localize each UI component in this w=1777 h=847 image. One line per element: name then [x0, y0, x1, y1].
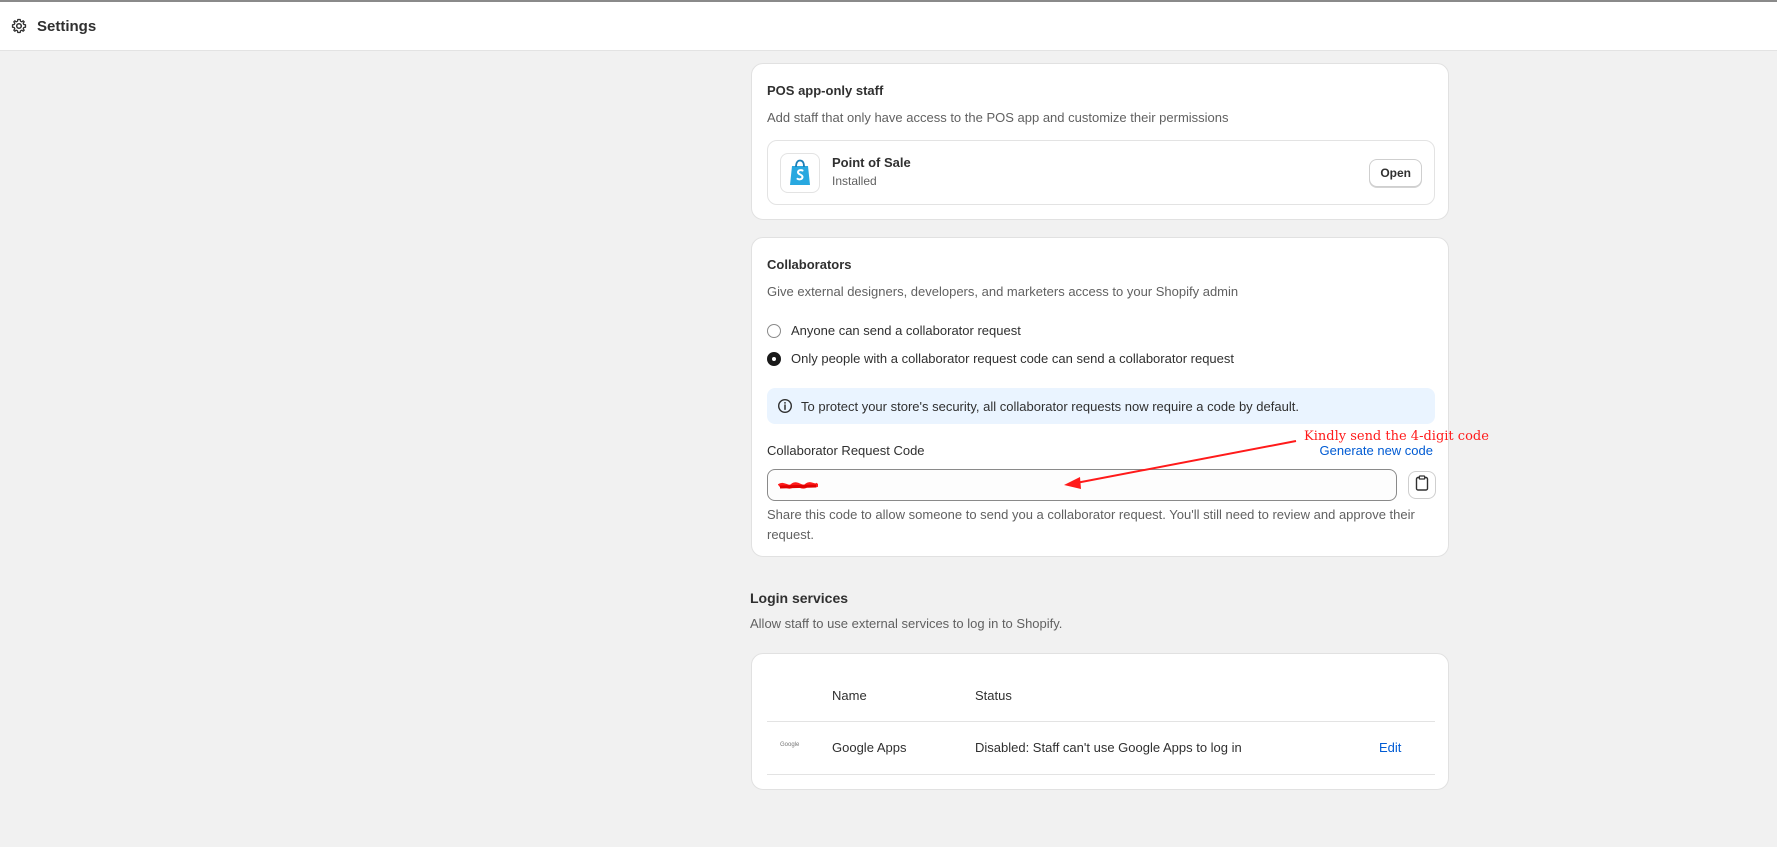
redaction-scribble [778, 482, 818, 489]
pos-card-description: Add staff that only have access to the P… [767, 110, 1229, 125]
app-status: Installed [832, 174, 877, 188]
pos-staff-card: POS app-only staff Add staff that only h… [751, 63, 1449, 220]
copy-code-button[interactable] [1408, 471, 1436, 499]
collaborators-description: Give external designers, developers, and… [767, 284, 1239, 299]
clipboard-icon [1415, 474, 1429, 496]
table-divider [767, 774, 1435, 775]
login-services-card: Name Status Google Google Apps Disabled:… [751, 653, 1449, 790]
settings-header: Settings [0, 2, 1777, 51]
radio-option-code-only[interactable]: Only people with a collaborator request … [767, 351, 1234, 366]
service-status: Disabled: Staff can't use Google Apps to… [975, 740, 1242, 755]
radio-label: Only people with a collaborator request … [791, 351, 1234, 366]
column-header-name: Name [832, 688, 867, 703]
generate-new-code-link[interactable]: Generate new code [1320, 443, 1433, 458]
shopify-bag-icon [780, 153, 820, 193]
login-services-description: Allow staff to use external services to … [750, 616, 1063, 631]
column-header-status: Status [975, 688, 1012, 703]
radio-button-selected[interactable] [767, 351, 781, 366]
google-logo: Google [780, 742, 800, 748]
gear-icon [11, 18, 27, 34]
code-help-text: Share this code to allow someone to send… [767, 507, 1415, 542]
page-title: Settings [37, 17, 97, 35]
pos-app-row: Point of Sale Installed Open [767, 140, 1435, 205]
annotation-text: Kindly send the 4-digit code [1304, 429, 1489, 444]
collaborator-code-field[interactable] [767, 469, 1397, 501]
login-services-title: Login services [750, 590, 849, 606]
radio-button[interactable] [767, 323, 781, 338]
info-banner-text: To protect your store's security, all co… [801, 398, 1299, 414]
info-icon [777, 398, 793, 414]
radio-option-anyone[interactable]: Anyone can send a collaborator request [767, 323, 1021, 338]
code-label: Collaborator Request Code [767, 443, 925, 458]
pos-card-title: POS app-only staff [767, 83, 884, 98]
app-name: Point of Sale [832, 155, 911, 170]
service-name: Google Apps [832, 740, 907, 755]
open-button[interactable]: Open [1369, 159, 1422, 187]
collaborators-title: Collaborators [767, 257, 852, 272]
collaborators-card: Collaborators Give external designers, d… [751, 237, 1449, 557]
radio-label: Anyone can send a collaborator request [791, 323, 1021, 338]
info-banner: To protect your store's security, all co… [767, 388, 1435, 424]
edit-link[interactable]: Edit [1379, 740, 1401, 755]
table-divider [767, 721, 1435, 722]
